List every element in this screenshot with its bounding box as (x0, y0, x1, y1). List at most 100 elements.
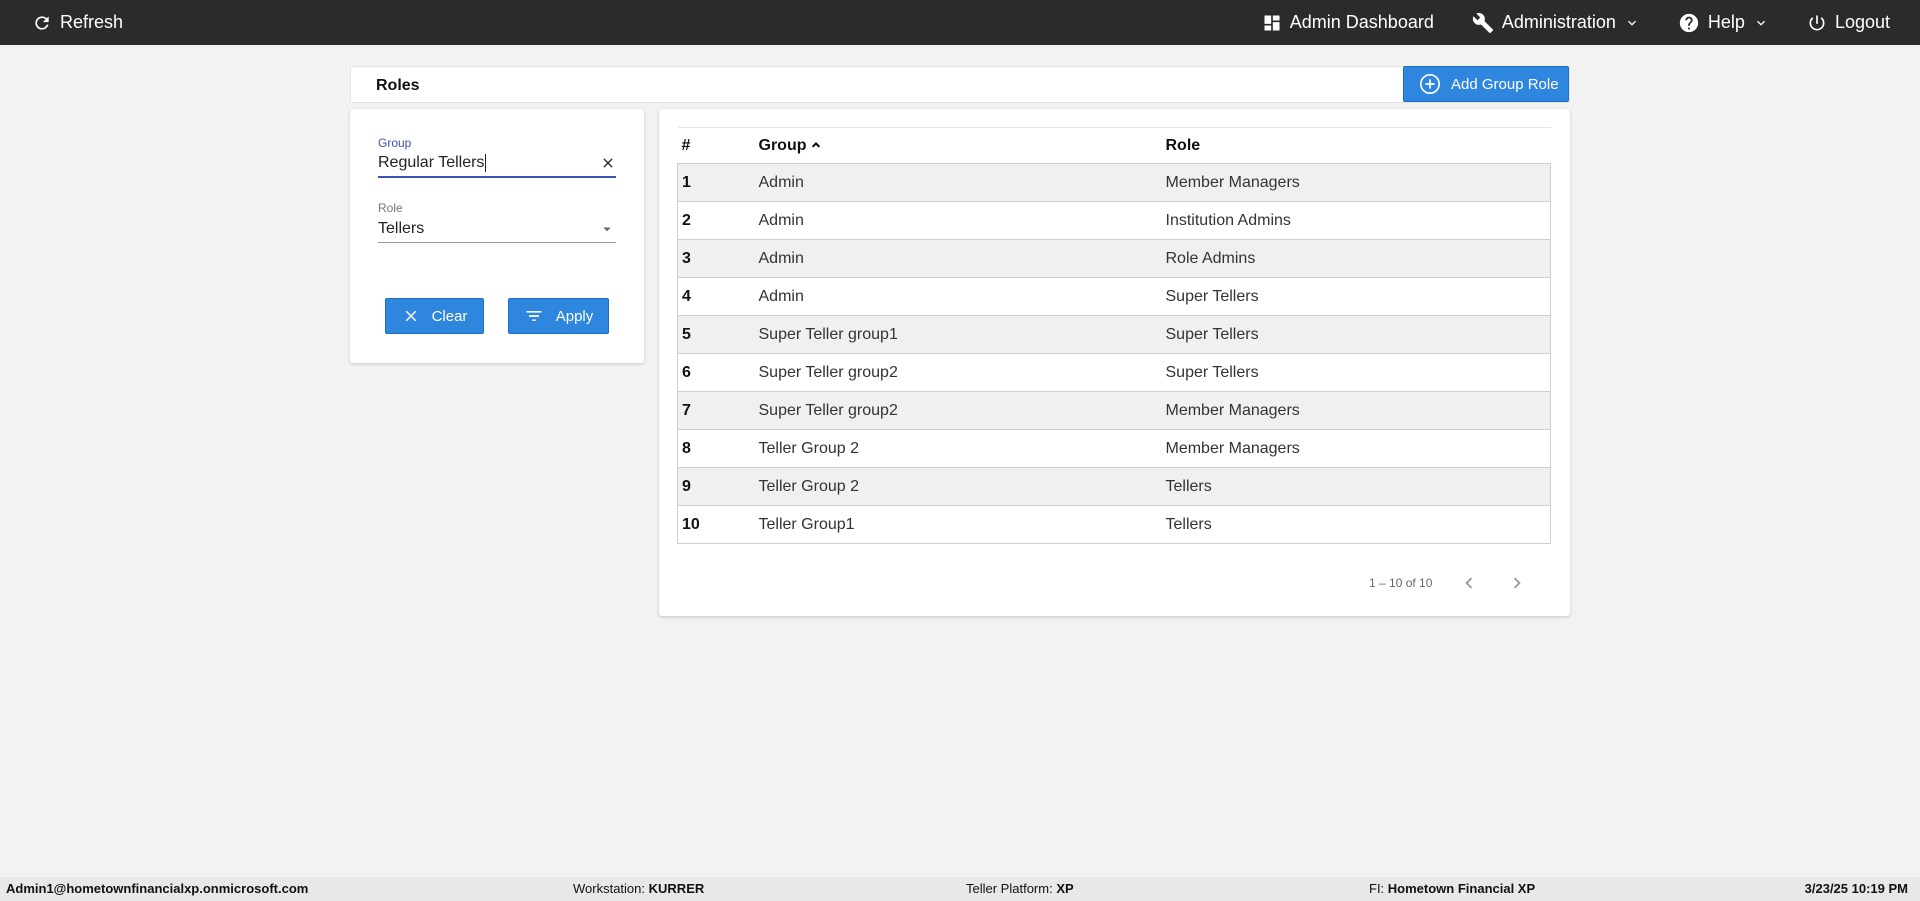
cell-role: Member Managers (1161, 429, 1551, 468)
cell-number: 5 (677, 315, 755, 354)
role-field-label: Role (378, 201, 403, 215)
cell-number: 10 (677, 505, 755, 544)
cell-group: Admin (754, 201, 1162, 240)
cell-group: Admin (754, 277, 1162, 316)
cell-group: Super Teller group1 (754, 315, 1162, 354)
chevron-right-icon (1514, 577, 1522, 589)
logout-button[interactable]: Logout (1807, 0, 1890, 45)
table-row[interactable]: 10 Teller Group1 Tellers (677, 505, 1551, 544)
status-datetime: 3/23/25 10:19 PM (1804, 881, 1908, 896)
help-label: Help (1707, 12, 1745, 32)
table-row[interactable]: 6 Super Teller group2 Super Tellers (677, 353, 1551, 392)
add-group-role-label: Add Group Role (1451, 75, 1559, 93)
roles-table-panel: # Group Role 1 Admin Member Managers 2 Admin… (659, 109, 1570, 616)
clear-label: Clear (431, 307, 468, 325)
power-icon (1809, 15, 1825, 30)
dropdown-arrow-icon (603, 227, 611, 231)
cell-group: Admin (754, 163, 1162, 202)
cell-role: Member Managers (1161, 391, 1551, 430)
previous-page-button[interactable] (1458, 572, 1480, 594)
table-header-row: # Group Role (677, 127, 1551, 164)
cell-role: Super Tellers (1161, 315, 1551, 354)
apply-label: Apply (555, 307, 594, 325)
chevron-left-icon (1465, 577, 1473, 589)
cell-number: 3 (677, 239, 755, 278)
cell-group: Super Teller group2 (754, 353, 1162, 392)
group-input-value: Regular Tellers (378, 154, 485, 171)
cell-role: Institution Admins (1161, 201, 1551, 240)
cell-group: Teller Group 2 (754, 429, 1162, 468)
column-header-number[interactable]: # (677, 127, 755, 164)
cell-number: 8 (677, 429, 755, 468)
table-row[interactable]: 9 Teller Group 2 Tellers (677, 467, 1551, 506)
table-row[interactable]: 1 Admin Member Managers (677, 163, 1551, 202)
dashboard-icon (1264, 15, 1280, 30)
text-cursor (485, 154, 487, 172)
column-header-role[interactable]: Role (1161, 127, 1551, 164)
chevron-down-icon (1627, 20, 1636, 26)
roles-table: # Group Role 1 Admin Member Managers 2 Admin… (677, 127, 1551, 544)
cell-number: 7 (677, 391, 755, 430)
cell-number: 4 (677, 277, 755, 316)
table-row[interactable]: 8 Teller Group 2 Member Managers (677, 429, 1551, 468)
group-field: Group Regular Tellers (378, 136, 616, 178)
wrench-icon (1472, 12, 1493, 33)
cell-role: Super Tellers (1161, 353, 1551, 392)
pagination-range: 1 – 10 of 10 (1369, 576, 1433, 590)
filter-panel: Group Regular Tellers Role Tellers Clear… (350, 109, 644, 363)
page-title: Roles (376, 77, 420, 94)
cell-role: Super Tellers (1161, 277, 1551, 316)
logout-label: Logout (1834, 12, 1890, 32)
cell-role: Tellers (1161, 467, 1551, 506)
admin-dashboard-link[interactable]: Admin Dashboard (1262, 0, 1434, 45)
cell-number: 9 (677, 467, 755, 506)
add-group-role-button[interactable]: Add Group Role (1403, 66, 1569, 102)
group-field-label: Group (378, 136, 412, 150)
help-menu[interactable]: Help (1678, 0, 1769, 45)
administration-menu[interactable]: Administration (1472, 0, 1640, 45)
cell-role: Tellers (1161, 505, 1551, 544)
table-row[interactable]: 2 Admin Institution Admins (677, 201, 1551, 240)
cell-number: 1 (677, 163, 755, 202)
cell-role: Role Admins (1161, 239, 1551, 278)
status-fi: FI: Hometown Financial XP (1369, 881, 1536, 896)
table-row[interactable]: 4 Admin Super Tellers (677, 277, 1551, 316)
group-input[interactable]: Regular Tellers (378, 150, 616, 178)
cell-role: Member Managers (1161, 163, 1551, 202)
clear-button[interactable]: Clear (385, 298, 484, 334)
clear-input-icon[interactable] (600, 155, 616, 171)
refresh-icon (35, 15, 49, 30)
chevron-down-icon (1756, 20, 1765, 26)
pagination: 1 – 10 of 10 (1369, 572, 1528, 594)
cell-group: Teller Group1 (754, 505, 1162, 544)
column-header-group[interactable]: Group (754, 127, 1162, 164)
role-select-value: Tellers (378, 219, 425, 237)
help-icon (1679, 13, 1699, 32)
status-user: Admin1@hometownfinancialxp.onmicrosoft.c… (6, 881, 309, 896)
add-circle-icon (1420, 74, 1440, 94)
role-select[interactable]: Tellers (378, 215, 616, 243)
administration-label: Administration (1501, 12, 1616, 32)
cell-group: Teller Group 2 (754, 467, 1162, 506)
table-row[interactable]: 5 Super Teller group1 Super Tellers (677, 315, 1551, 354)
table-row[interactable]: 7 Super Teller group2 Member Managers (677, 391, 1551, 430)
refresh-label: Refresh (60, 12, 124, 32)
cell-number: 2 (677, 201, 755, 240)
refresh-button[interactable]: Refresh (32, 0, 123, 45)
status-bar: Admin1@hometownfinancialxp.onmicrosoft.c… (0, 877, 1920, 901)
admin-dashboard-label: Admin Dashboard (1289, 12, 1434, 32)
next-page-button[interactable] (1506, 572, 1528, 594)
table-row[interactable]: 3 Admin Role Admins (677, 239, 1551, 278)
status-workstation: Workstation: KURRER (573, 881, 705, 896)
apply-button[interactable]: Apply (508, 298, 609, 334)
close-icon (405, 310, 416, 322)
roles-header-bar: Roles (350, 66, 1570, 103)
nav-right-group: Admin Dashboard Administration Help Logo… (1262, 0, 1890, 45)
status-platform: Teller Platform: XP (966, 881, 1074, 896)
top-nav-bar: Refresh Admin Dashboard Administration H… (0, 0, 1920, 45)
role-field: Role Tellers (378, 201, 616, 243)
cell-number: 6 (677, 353, 755, 392)
cell-group: Super Teller group2 (754, 391, 1162, 430)
cell-group: Admin (754, 239, 1162, 278)
filter-icon (526, 311, 542, 321)
